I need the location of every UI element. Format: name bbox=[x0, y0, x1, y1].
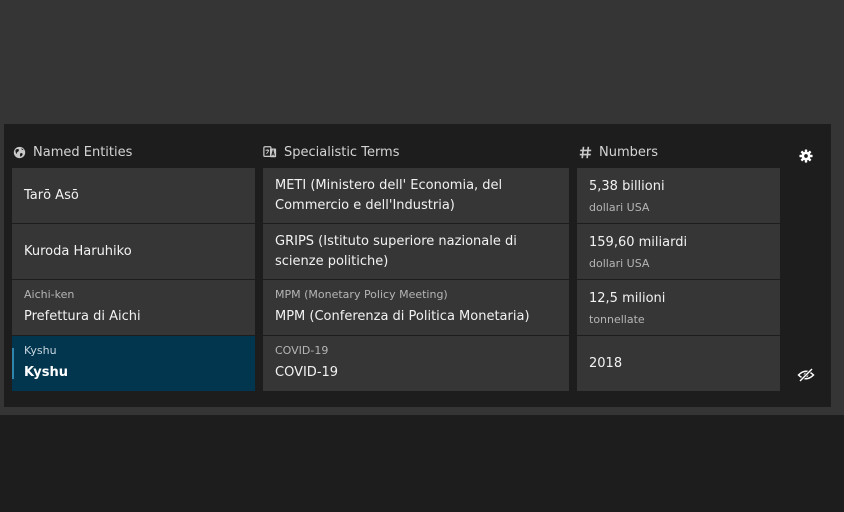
term-source: MPM (Monetary Policy Meeting) bbox=[275, 288, 448, 301]
named-entity-source: Aichi-ken bbox=[24, 288, 75, 301]
named-entity-item[interactable]: Tarō Asō bbox=[12, 168, 255, 223]
number-value: 12,5 milioni bbox=[589, 290, 666, 306]
globe-icon bbox=[12, 145, 26, 159]
named-entity-value: Kyshu bbox=[24, 365, 68, 380]
selection-indicator bbox=[12, 348, 14, 379]
number-value: 2018 bbox=[589, 355, 623, 371]
number-item[interactable]: 2018 bbox=[577, 336, 780, 391]
number-value: 5,38 billioni bbox=[589, 178, 665, 194]
named-entity-source: Kyshu bbox=[24, 344, 57, 357]
term-item[interactable]: COVID-19 COVID-19 bbox=[263, 336, 569, 391]
number-unit: tonnellate bbox=[589, 312, 645, 326]
term-value: METI (Ministero dell' Economia, del Comm… bbox=[275, 177, 503, 213]
outer-frame-right bbox=[831, 124, 844, 408]
numbers-header: Numbers bbox=[578, 143, 658, 161]
term-item[interactable]: METI (Ministero dell' Economia, del Comm… bbox=[263, 168, 569, 223]
term-value: COVID-19 bbox=[275, 365, 339, 380]
named-entity-value: Tarō Asō bbox=[24, 187, 79, 203]
term-item[interactable]: GRIPS (Istituto superiore nazionale di s… bbox=[263, 224, 569, 279]
number-item[interactable]: 159,60 miliardi dollari USA bbox=[577, 224, 780, 279]
named-entity-value: Kuroda Haruhiko bbox=[24, 243, 132, 259]
named-entities-title: Named Entities bbox=[33, 144, 133, 160]
gear-icon[interactable] bbox=[797, 147, 815, 165]
number-item[interactable]: 12,5 milioni tonnellate bbox=[577, 280, 780, 335]
term-item[interactable]: MPM (Monetary Policy Meeting) MPM (Confe… bbox=[263, 280, 569, 335]
term-source: COVID-19 bbox=[275, 344, 329, 357]
numbers-title: Numbers bbox=[599, 144, 658, 160]
named-entity-value: Prefettura di Aichi bbox=[24, 309, 141, 324]
outer-frame-bottom bbox=[0, 407, 844, 415]
named-entity-item[interactable]: Kuroda Haruhiko bbox=[12, 224, 255, 279]
translate-icon bbox=[263, 145, 277, 159]
named-entity-item-selected[interactable]: Kyshu Kyshu bbox=[12, 336, 255, 391]
term-value: GRIPS (Istituto superiore nazionale di s… bbox=[275, 233, 517, 269]
named-entity-item[interactable]: Aichi-ken Prefettura di Aichi bbox=[12, 280, 255, 335]
eye-slash-icon[interactable] bbox=[796, 366, 816, 384]
top-empty-area bbox=[0, 0, 844, 124]
number-unit: dollari USA bbox=[589, 256, 650, 270]
hash-icon bbox=[578, 145, 592, 159]
specialistic-terms-title: Specialistic Terms bbox=[284, 144, 400, 160]
named-entities-header: Named Entities bbox=[12, 143, 132, 161]
term-value: MPM (Conferenza di Politica Monetaria) bbox=[275, 309, 530, 324]
number-value: 159,60 miliardi bbox=[589, 234, 688, 250]
number-unit: dollari USA bbox=[589, 200, 650, 214]
specialistic-terms-header: Specialistic Terms bbox=[263, 143, 400, 161]
number-item[interactable]: 5,38 billioni dollari USA bbox=[577, 168, 780, 223]
